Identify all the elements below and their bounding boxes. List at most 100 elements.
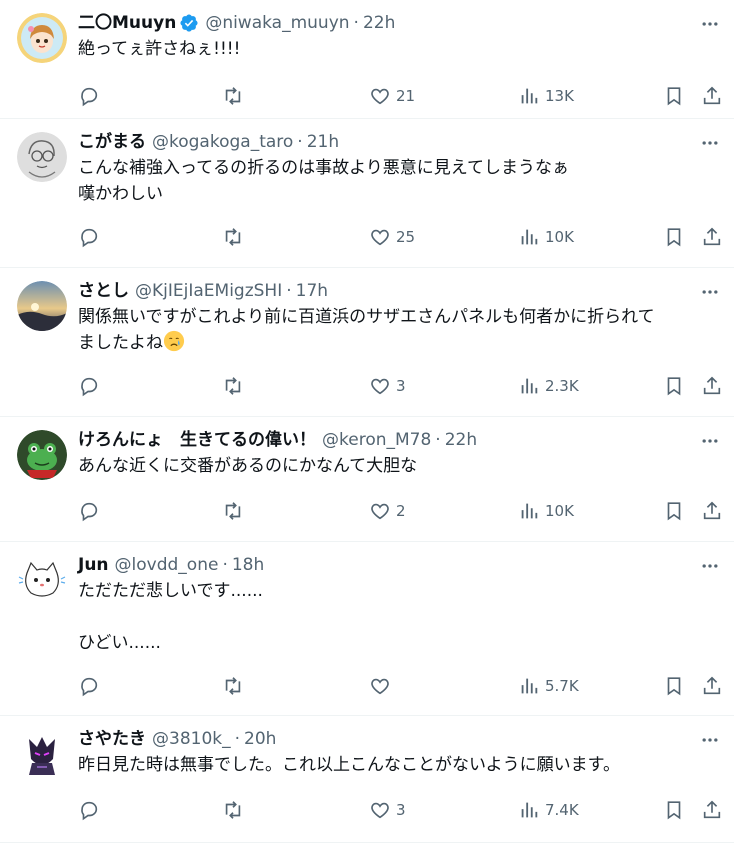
dark-character-avatar-icon	[17, 729, 67, 779]
share-button[interactable]	[701, 796, 723, 824]
more-options-button[interactable]	[698, 429, 722, 453]
tweet[interactable]: Jun @lovdd_one · 18h ただただ悲しいです...... ひどい…	[0, 542, 734, 716]
views-chart-icon	[521, 678, 538, 694]
views-button[interactable]: 13K	[518, 82, 574, 110]
display-name[interactable]: さやたき	[78, 726, 146, 752]
reply-button[interactable]	[78, 82, 105, 110]
like-count: 21	[396, 87, 416, 105]
tweet-header: さやたき @3810k_ · 20h	[78, 726, 718, 752]
retweet-button[interactable]	[222, 372, 249, 400]
user-handle[interactable]: @3810k_	[152, 726, 231, 752]
views-button[interactable]: 10K	[518, 497, 574, 525]
tweet[interactable]: さやたき @3810k_ · 20h 昨日見た時は無事でした。これ以上こんなこと…	[0, 716, 734, 843]
retweet-button[interactable]	[222, 796, 249, 824]
retweet-button[interactable]	[222, 82, 249, 110]
white-cat-avatar-icon	[17, 555, 67, 605]
tweet-header: Jun @lovdd_one · 18h	[78, 552, 718, 578]
more-options-button[interactable]	[698, 131, 722, 155]
share-button[interactable]	[701, 497, 723, 525]
like-button[interactable]: 25	[369, 223, 415, 251]
like-count: 3	[396, 801, 406, 819]
display-name[interactable]: こがまる	[78, 129, 146, 155]
like-button[interactable]: 21	[369, 82, 415, 110]
more-options-button[interactable]	[698, 728, 722, 752]
heart-icon	[371, 503, 389, 520]
more-options-button[interactable]	[698, 12, 722, 36]
tweet-actions: 3 7.4K	[78, 790, 721, 840]
tweet-header: けろんにょ 生きてるの偉い！ @keron_M78 · 22h	[78, 427, 718, 453]
like-button[interactable]: 3	[369, 372, 406, 400]
user-handle[interactable]: @kogakoga_taro	[152, 129, 293, 155]
reply-button[interactable]	[78, 223, 105, 251]
reply-button[interactable]	[78, 497, 105, 525]
views-button[interactable]: 2.3K	[518, 372, 579, 400]
like-button[interactable]	[369, 672, 396, 700]
bookmark-icon	[667, 677, 681, 696]
tweet[interactable]: けろんにょ 生きてるの偉い！ @keron_M78 · 22h あんな近くに交番…	[0, 417, 734, 542]
more-icon	[702, 141, 718, 145]
avatar[interactable]	[17, 13, 67, 63]
user-handle[interactable]: @lovdd_one	[115, 552, 219, 578]
bookmark-button[interactable]	[663, 223, 685, 251]
share-icon	[703, 227, 721, 246]
like-button[interactable]: 3	[369, 796, 406, 824]
display-name[interactable]: 二〇Muuyn	[78, 10, 176, 36]
share-button[interactable]	[701, 372, 723, 400]
timestamp[interactable]: 20h	[244, 726, 276, 752]
share-button[interactable]	[701, 223, 723, 251]
user-handle[interactable]: @KjIEjIaEMigzSHI	[135, 278, 282, 304]
avatar[interactable]	[17, 430, 67, 480]
views-button[interactable]: 7.4K	[518, 796, 579, 824]
separator-dot: ·	[222, 555, 228, 575]
tweet[interactable]: こがまる @kogakoga_taro · 21h こんな補強入ってるの折るのは…	[0, 119, 734, 268]
views-button[interactable]: 10K	[518, 223, 574, 251]
bookmark-button[interactable]	[663, 672, 685, 700]
reply-icon	[81, 502, 98, 522]
bookmark-button[interactable]	[663, 372, 685, 400]
retweet-button[interactable]	[222, 672, 249, 700]
tweet[interactable]: 二〇Muuyn @niwaka_muuyn · 22h 絶ってぇ許さねぇ!!!!	[0, 0, 734, 119]
retweet-button[interactable]	[222, 223, 249, 251]
reply-button[interactable]	[78, 796, 105, 824]
timestamp[interactable]: 22h	[363, 10, 395, 36]
avatar[interactable]	[17, 132, 67, 182]
bookmark-button[interactable]	[663, 497, 685, 525]
crying-face-emoji-icon	[163, 330, 185, 352]
user-handle[interactable]: @keron_M78	[322, 427, 431, 453]
more-options-button[interactable]	[698, 554, 722, 578]
reply-button[interactable]	[78, 672, 105, 700]
bookmark-icon	[667, 87, 681, 106]
avatar[interactable]	[17, 281, 67, 331]
view-count: 13K	[545, 87, 574, 105]
like-count: 3	[396, 377, 406, 395]
share-button[interactable]	[701, 82, 723, 110]
tweet[interactable]: さとし @KjIEjIaEMigzSHI · 17h 関係無いですがこれより前に…	[0, 268, 734, 417]
timestamp[interactable]: 18h	[232, 552, 264, 578]
timestamp[interactable]: 17h	[296, 278, 328, 304]
like-count: 25	[396, 228, 416, 246]
avatar[interactable]	[17, 555, 67, 605]
avatar[interactable]	[17, 729, 67, 779]
views-chart-icon	[521, 503, 538, 519]
share-button[interactable]	[701, 672, 723, 700]
separator-dot: ·	[234, 729, 241, 749]
like-button[interactable]: 2	[369, 497, 406, 525]
timestamp[interactable]: 21h	[307, 129, 339, 155]
timestamp[interactable]: 22h	[445, 427, 477, 453]
more-options-button[interactable]	[698, 280, 722, 304]
bookmark-button[interactable]	[663, 796, 685, 824]
reply-icon	[81, 228, 98, 248]
views-chart-icon	[521, 802, 538, 818]
display-name[interactable]: けろんにょ 生きてるの偉い！	[78, 427, 316, 453]
share-icon	[703, 501, 721, 520]
tweet-text: 絶ってぇ許さねぇ!!!!	[78, 39, 241, 59]
reply-button[interactable]	[78, 372, 105, 400]
heart-icon	[371, 378, 389, 395]
bookmark-button[interactable]	[663, 82, 685, 110]
retweet-button[interactable]	[222, 497, 249, 525]
display-name[interactable]: さとし	[78, 278, 129, 304]
views-button[interactable]: 5.7K	[518, 672, 579, 700]
display-name[interactable]: Jun	[78, 552, 109, 578]
separator-dot: ·	[353, 13, 359, 33]
user-handle[interactable]: @niwaka_muuyn	[205, 10, 349, 36]
